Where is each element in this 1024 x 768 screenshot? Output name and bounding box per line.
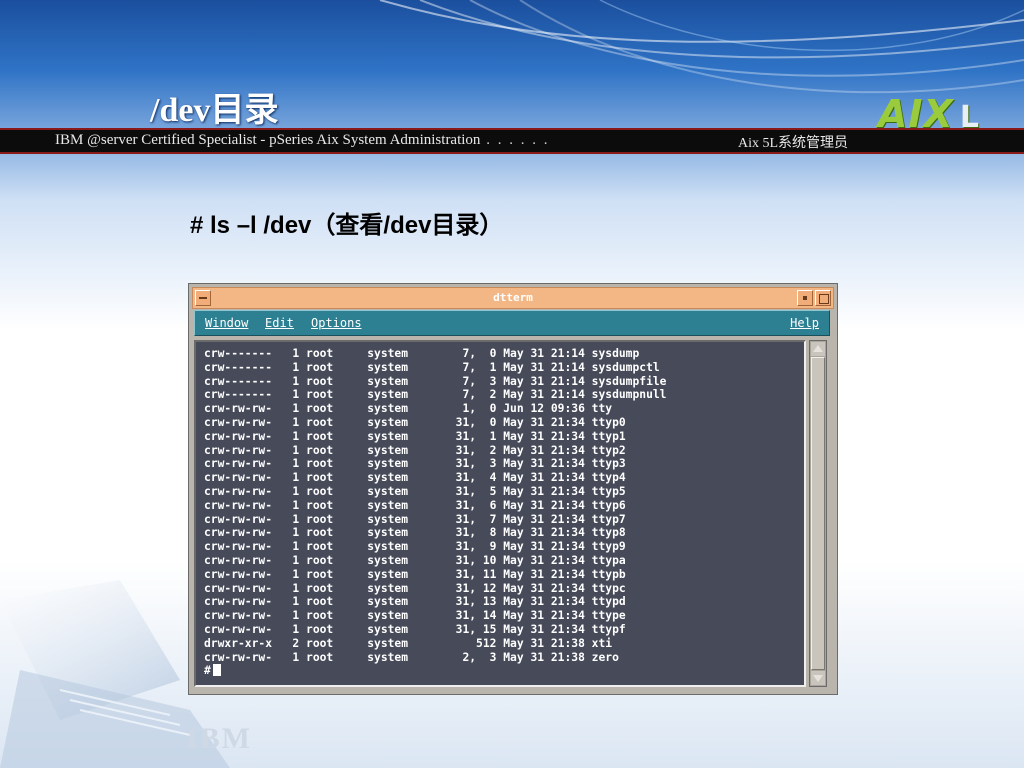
dtterm-window: dtterm Window Edit Options Help crw-----…: [188, 283, 838, 695]
menu-window[interactable]: Window: [205, 316, 248, 330]
window-title: dtterm: [493, 291, 533, 304]
terminal-lines: crw------- 1 root system 7, 0 May 31 21:…: [204, 347, 667, 678]
ibm-watermark: IBM: [186, 722, 252, 755]
terminal-line: crw-rw-rw- 1 root system 31, 5 May 31 21…: [204, 484, 626, 498]
slide-title: /dev目录: [150, 92, 279, 129]
terminal-line: crw-rw-rw- 1 root system 31, 6 May 31 21…: [204, 498, 626, 512]
terminal-line: crw-rw-rw- 1 root system 31, 2 May 31 21…: [204, 443, 626, 457]
terminal-line: crw-rw-rw- 1 root system 31, 11 May 31 2…: [204, 567, 626, 581]
terminal-line: crw-rw-rw- 1 root system 31, 7 May 31 21…: [204, 512, 626, 526]
terminal-output[interactable]: crw------- 1 root system 7, 0 May 31 21:…: [196, 342, 804, 685]
terminal-line: crw-rw-rw- 1 root system 31, 8 May 31 21…: [204, 526, 626, 540]
minimize-icon[interactable]: [797, 290, 813, 306]
terminal-line: crw-rw-rw- 1 root system 31, 3 May 31 21…: [204, 457, 626, 471]
window-titlebar[interactable]: dtterm: [192, 287, 834, 309]
terminal-line: crw-rw-rw- 1 root system 31, 9 May 31 21…: [204, 540, 626, 554]
terminal-line: crw------- 1 root system 7, 1 May 31 21:…: [204, 360, 660, 374]
terminal-line: crw-rw-rw- 1 root system 31, 0 May 31 21…: [204, 415, 626, 429]
terminal-line: crw------- 1 root system 7, 3 May 31 21:…: [204, 374, 667, 388]
terminal-line: crw-rw-rw- 1 root system 31, 15 May 31 2…: [204, 622, 626, 636]
command-heading: # ls –l /dev（查看/dev目录）: [190, 212, 504, 239]
menu-help[interactable]: Help: [790, 316, 819, 330]
banner-right-text: Aix 5L系统管理员: [738, 136, 849, 151]
terminal-line: crw-rw-rw- 1 root system 31, 12 May 31 2…: [204, 581, 626, 595]
terminal-line: crw-rw-rw- 1 root system 31, 13 May 31 2…: [204, 595, 626, 609]
header-banner: IBM @server Certified Specialist - pSeri…: [0, 128, 1024, 154]
terminal-prompt: #: [204, 664, 667, 678]
terminal-scrollbar[interactable]: [809, 340, 827, 687]
terminal-line: crw-rw-rw- 1 root system 31, 4 May 31 21…: [204, 471, 626, 485]
maximize-icon[interactable]: [815, 290, 831, 306]
terminal-line: crw-rw-rw- 1 root system 1, 0 Jun 12 09:…: [204, 402, 613, 416]
terminal-line: crw-rw-rw- 1 root system 31, 14 May 31 2…: [204, 609, 626, 623]
terminal-line: crw-rw-rw- 1 root system 2, 3 May 31 21:…: [204, 650, 619, 664]
menu-options[interactable]: Options: [311, 316, 362, 330]
terminal-line: crw-rw-rw- 1 root system 31, 10 May 31 2…: [204, 553, 626, 567]
scrollbar-thumb[interactable]: [811, 357, 825, 670]
menu-edit[interactable]: Edit: [265, 316, 294, 330]
scroll-up-arrow-icon[interactable]: [811, 342, 825, 356]
terminal-frame: crw------- 1 root system 7, 0 May 31 21:…: [194, 340, 806, 687]
banner-left-text: IBM @server Certified Specialist - pSeri…: [55, 132, 550, 148]
terminal-line: crw------- 1 root system 7, 2 May 31 21:…: [204, 388, 667, 402]
scroll-down-arrow-icon[interactable]: [811, 671, 825, 685]
terminal-line: crw------- 1 root system 7, 0 May 31 21:…: [204, 347, 640, 360]
terminal-line: crw-rw-rw- 1 root system 31, 1 May 31 21…: [204, 429, 626, 443]
menu-bar: Window Edit Options Help: [194, 310, 830, 336]
terminal-cursor: [212, 664, 221, 677]
terminal-line: drwxr-xr-x 2 root system 512 May 31 21:3…: [204, 636, 613, 650]
